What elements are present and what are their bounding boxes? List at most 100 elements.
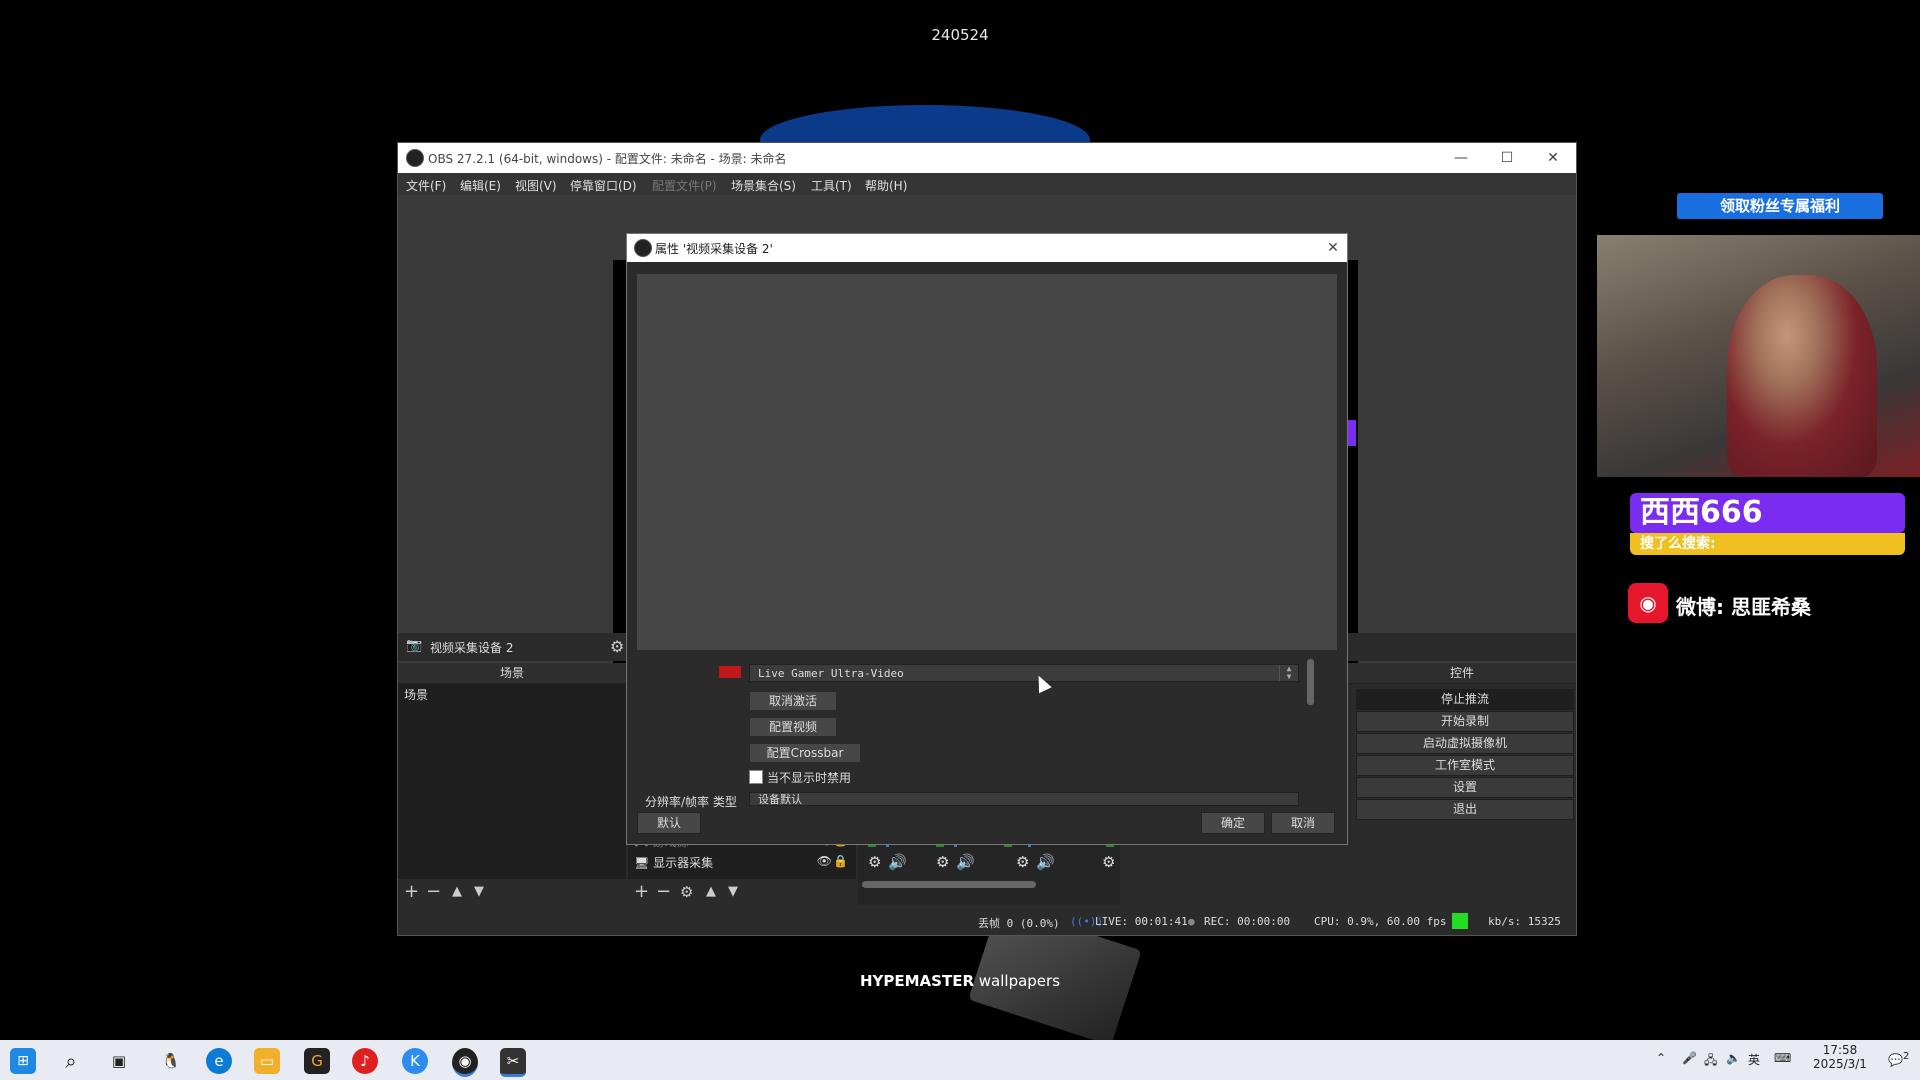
dialog-source-preview [637,274,1337,650]
menubar: 文件(F) 编辑(E) 视图(V) 停靠窗口(D) 配置文件(P) 场景集合(S… [398,173,1576,195]
move-up-button[interactable]: ▲ [452,882,462,902]
app-g-icon[interactable]: G [304,1048,330,1074]
resolution-type-select[interactable]: 设备默认 [749,792,1299,806]
start-recording-button[interactable]: 开始录制 [1356,711,1574,732]
gear-icon[interactable]: ⚙ [1016,853,1029,871]
remove-scene-button[interactable]: − [426,882,441,902]
speaker-icon[interactable]: 🔊 [1036,853,1055,871]
device-select[interactable]: Live Gamer Ultra-Video ▲ ▼ [749,664,1299,682]
speaker-icon[interactable]: 🔊 [888,853,907,871]
source-properties-gear-icon[interactable]: ⚙ [680,882,693,902]
mixer-scrollbar[interactable] [862,881,1036,888]
dialog-titlebar[interactable]: 属性 '视频采集设备 2' ✕ [627,234,1347,262]
controls-dock: 控件 停止推流 开始录制 启动虚拟摄像机 工作室模式 设置 退出 [1348,663,1576,905]
lock-icon[interactable]: 🔒 [833,854,848,868]
menu-edit[interactable]: 编辑(E) [460,177,501,194]
edge-browser-icon[interactable]: e [206,1048,232,1074]
move-up-button[interactable]: ▲ [706,882,716,902]
streamer-name-badge: 西西666 [1630,493,1905,533]
sources-toolbar: + − ⚙ ▲ ▼ [628,879,856,905]
cpu-fps-text: CPU: 0.9%, 60.00 fps [1314,915,1447,928]
gear-icon[interactable]: ⚙ [868,853,881,871]
qq-icon[interactable]: 🐧 [158,1048,184,1074]
gear-icon[interactable]: ⚙ [610,637,624,656]
properties-dialog: 属性 '视频采集设备 2' ✕ Live Gamer Ultra-Video ▲… [626,233,1348,845]
studio-mode-button[interactable]: 工作室模式 [1356,755,1574,776]
maximize-button[interactable]: ☐ [1484,147,1530,169]
brand-rest: wallpapers [974,972,1061,990]
keyboard-layout-icon[interactable]: ⌨ [1774,1051,1791,1065]
chevron-up-icon[interactable]: ⌃ [1656,1051,1666,1065]
menu-scene-collection[interactable]: 场景集合(S) [731,177,796,194]
minimize-button[interactable]: — [1438,147,1484,169]
source-item[interactable]: 🖥 显示器采集 👁 🔒 [628,852,856,873]
move-down-button[interactable]: ▼ [474,882,484,902]
netease-music-icon[interactable]: ♪ [352,1048,378,1074]
ok-button[interactable]: 确定 [1201,812,1265,834]
gear-icon[interactable]: ⚙ [1102,853,1115,871]
menu-file[interactable]: 文件(F) [406,177,446,194]
live-timer: LIVE: 00:01:41 [1095,915,1188,928]
camera-icon: 📷 [406,638,423,653]
selected-source-name: 视频采集设备 2 [430,641,514,655]
dialog-close-button[interactable]: ✕ [1319,237,1347,259]
device-select-value: Live Gamer Ultra-Video [758,667,904,680]
add-scene-button[interactable]: + [404,882,419,902]
scenes-dock: 场景 场景 + − ▲ ▼ [398,663,626,905]
menu-docks[interactable]: 停靠窗口(D) [570,177,637,194]
deactivate-button[interactable]: 取消激活 [749,691,837,711]
start-virtual-camera-button[interactable]: 启动虚拟摄像机 [1356,733,1574,754]
windows-start-icon[interactable]: ⊞ [10,1048,36,1074]
gear-icon[interactable]: ⚙ [936,853,949,871]
obs-taskbar-icon[interactable]: ◉ [452,1048,478,1077]
clock[interactable]: 17:58 2025/3/1 [1800,1043,1880,1071]
file-explorer-icon[interactable]: ▭ [254,1048,280,1074]
obs-titlebar[interactable]: OBS 27.2.1 (64-bit, windows) - 配置文件: 未命名… [398,143,1576,173]
chevron-updown-icon: ▲ ▼ [1279,665,1298,681]
configure-crossbar-button[interactable]: 配置Crossbar [749,743,861,763]
streamer-image [1727,275,1877,477]
menu-view[interactable]: 视图(V) [515,177,557,194]
remove-source-button[interactable]: − [656,882,671,902]
ime-mode[interactable]: 英 [1748,1051,1760,1068]
configure-video-button[interactable]: 配置视频 [749,717,837,737]
menu-help[interactable]: 帮助(H) [865,177,907,194]
kugou-icon[interactable]: K [402,1048,428,1074]
scene-item[interactable]: 场景 [398,684,626,705]
defaults-button[interactable]: 默认 [637,812,701,834]
volume-icon[interactable]: 🔈 [1726,1051,1741,1065]
resolution-type-value: 设备默认 [758,793,802,806]
settings-button[interactable]: 设置 [1356,777,1574,798]
controls-dock-header: 控件 [1348,663,1576,684]
stop-streaming-button[interactable]: 停止推流 [1356,689,1574,710]
close-button[interactable]: ✕ [1530,147,1576,169]
promo-banner[interactable]: 领取粉丝专属福利 [1677,193,1883,219]
dropped-frames-text: 丢帧 0 (0.0%) [978,917,1060,930]
microphone-icon[interactable]: 🎤 [1682,1051,1697,1065]
speaker-icon[interactable]: 🔊 [956,853,975,871]
capcut-icon[interactable]: ✂ [500,1048,526,1077]
dialog-scrollbar[interactable] [1307,659,1314,705]
cancel-button[interactable]: 取消 [1271,812,1335,834]
monitor-icon: 🖥 [634,856,650,870]
menu-tools[interactable]: 工具(T) [811,177,852,194]
dialog-title: 属性 '视频采集设备 2' [655,242,773,256]
notification-icon[interactable]: 💬2 [1888,1051,1909,1067]
wallpaper-brand: HYPEMASTER wallpapers [0,972,1920,990]
task-view-icon[interactable]: ▣ [106,1048,132,1074]
network-icon[interactable]: 🖧 [1704,1051,1717,1072]
disable-when-hidden-checkbox[interactable] [749,770,763,784]
add-source-button[interactable]: + [634,882,649,902]
obs-window-title: OBS 27.2.1 (64-bit, windows) - 配置文件: 未命名… [428,152,787,166]
desktop-title: 240524 [931,26,989,44]
move-down-button[interactable]: ▼ [728,882,738,902]
preview-overlay-fragment [1348,420,1356,446]
search-icon[interactable]: ⌕ [58,1048,84,1074]
menu-profile[interactable]: 配置文件(P) [652,177,717,194]
exit-button[interactable]: 退出 [1356,799,1574,820]
eye-icon[interactable]: 👁 [817,854,832,868]
disable-when-hidden-label: 当不显示时禁用 [767,771,852,785]
obs-logo-icon [634,239,652,257]
scenes-toolbar: + − ▲ ▼ [398,879,626,905]
obs-logo-icon [406,149,424,167]
